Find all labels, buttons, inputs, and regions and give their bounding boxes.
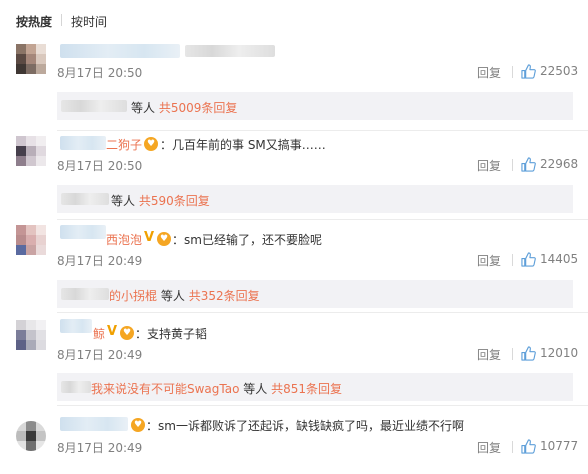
- like-count: 22503: [540, 64, 579, 78]
- sub-replies-bar: 等人 共5009条回复: [57, 92, 573, 120]
- like-count: 14405: [540, 252, 579, 266]
- sub-replies-prefix: 等人: [131, 101, 156, 115]
- divider: [57, 405, 588, 406]
- sub-replies-bar: 等人 共590条回复: [57, 185, 573, 213]
- reply-button[interactable]: 回复: [477, 439, 501, 456]
- like-count: 10777: [540, 439, 579, 453]
- comment-time: 8月17日 20:49: [57, 254, 143, 268]
- avatar[interactable]: [16, 225, 46, 255]
- sub-replies-prefix: 等人: [243, 382, 268, 396]
- reply-button[interactable]: 回复: [477, 64, 501, 81]
- reply-author-name[interactable]: 我来说没有不可能SwagTao: [91, 382, 239, 396]
- reply-author-name[interactable]: 的小拐棍: [109, 289, 157, 303]
- action-divider: [512, 348, 513, 360]
- view-replies-link[interactable]: 共352条回复: [189, 289, 260, 303]
- thumbs-up-icon[interactable]: [521, 346, 536, 361]
- avatar[interactable]: [16, 320, 46, 350]
- comment-text: ：sm已经输了，还不要脸呢: [172, 233, 322, 247]
- sort-by-time-tab[interactable]: 按时间: [71, 13, 107, 30]
- divider: [57, 130, 588, 131]
- comment-text: ：几百年前的事 SM又搞事……: [160, 138, 326, 152]
- commenter-name[interactable]: 二狗子: [106, 136, 142, 153]
- thumbs-up-icon[interactable]: [521, 252, 536, 267]
- sub-replies-bar: 我来说没有不可能SwagTao 等人 共851条回复: [57, 373, 573, 401]
- view-replies-link[interactable]: 共851条回复: [271, 382, 342, 396]
- thumbs-up-icon[interactable]: [521, 439, 536, 454]
- comment-text: ：支持黄子韬: [135, 327, 208, 341]
- sub-replies-prefix: 等人: [111, 194, 136, 208]
- nickname-blurred[interactable]: [60, 319, 92, 333]
- sub-replies-bar: 的小拐棍 等人 共352条回复: [57, 280, 573, 308]
- commenter-name[interactable]: 西泡泡: [106, 231, 142, 248]
- action-divider: [512, 159, 513, 171]
- action-divider: [512, 254, 513, 266]
- nickname-blurred[interactable]: [60, 44, 180, 58]
- nickname-blurred[interactable]: [60, 417, 128, 431]
- fan-badge-icon: ♥: [120, 326, 134, 340]
- avatar[interactable]: [16, 44, 46, 74]
- comment-time: 8月17日 20:50: [57, 66, 143, 80]
- nickname-blurred[interactable]: [60, 136, 106, 150]
- avatar[interactable]: [16, 421, 46, 451]
- like-count: 22968: [540, 157, 579, 171]
- reply-name-blurred: [61, 193, 109, 205]
- reply-button[interactable]: 回复: [477, 346, 501, 363]
- comment-time: 8月17日 20:49: [57, 441, 143, 455]
- view-replies-link[interactable]: 共590条回复: [139, 194, 210, 208]
- comment-text: ：sm一诉都败诉了还起诉，缺钱缺疯了吗，最近业绩不行啊: [146, 419, 464, 433]
- comment-time: 8月17日 20:49: [57, 348, 143, 362]
- sort-by-hot-tab[interactable]: 按热度: [16, 13, 52, 30]
- sort-divider: [61, 14, 62, 26]
- reply-button[interactable]: 回复: [477, 157, 501, 174]
- thumbs-up-icon[interactable]: [521, 157, 536, 172]
- nickname-blurred[interactable]: [60, 225, 106, 239]
- verified-v-icon: V: [144, 230, 155, 245]
- sub-replies-prefix: 等人: [160, 289, 185, 303]
- divider: [57, 312, 588, 313]
- fan-badge-icon: ♥: [157, 232, 171, 246]
- thumbs-up-icon[interactable]: [521, 64, 536, 79]
- fan-badge-icon: ♥: [144, 137, 158, 151]
- comment-time: 8月17日 20:50: [57, 159, 143, 173]
- reply-name-blurred: [61, 100, 127, 112]
- fan-badge-icon: ♥: [131, 418, 145, 432]
- verified-v-icon: V: [107, 324, 118, 339]
- reply-button[interactable]: 回复: [477, 252, 501, 269]
- view-replies-link[interactable]: 共5009条回复: [159, 101, 238, 115]
- reply-name-blurred: [61, 381, 91, 393]
- action-divider: [512, 66, 513, 78]
- avatar[interactable]: [16, 136, 46, 166]
- action-divider: [512, 441, 513, 453]
- sort-bar: 按热度 按时间: [0, 0, 588, 40]
- commenter-name[interactable]: 鲸: [93, 325, 105, 342]
- comment-text-blurred: [185, 45, 275, 57]
- divider: [57, 219, 588, 220]
- like-count: 12010: [540, 346, 579, 360]
- reply-name-blurred: [61, 288, 109, 300]
